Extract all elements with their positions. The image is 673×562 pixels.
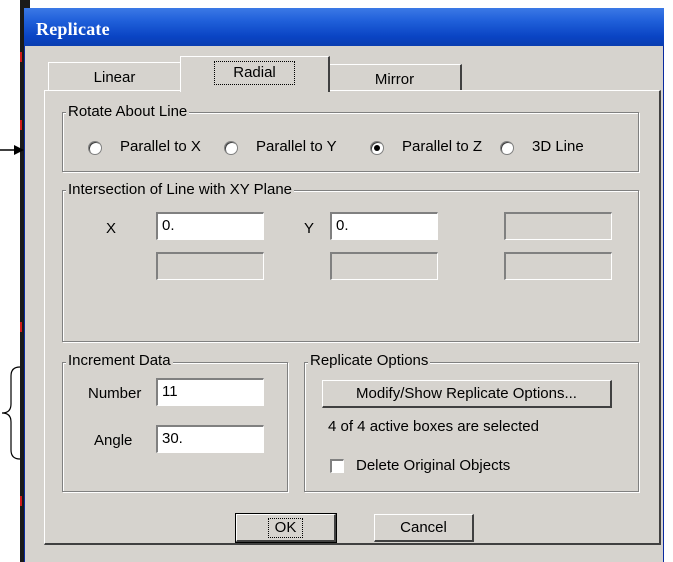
title-bar[interactable] bbox=[24, 8, 664, 46]
ok-button[interactable]: OK bbox=[235, 513, 337, 543]
x-label: X bbox=[106, 220, 117, 237]
delete-original-label: Delete Original Objects bbox=[356, 457, 511, 474]
tab-linear[interactable]: Linear bbox=[48, 62, 182, 92]
rotate-about-line-legend: Rotate About Line bbox=[66, 103, 190, 120]
x-input[interactable]: 0. bbox=[156, 212, 264, 240]
cancel-button[interactable]: Cancel bbox=[374, 514, 474, 542]
radio-parallel-x[interactable] bbox=[88, 141, 102, 155]
y-label: Y bbox=[304, 220, 315, 237]
radio-label-parallel-y: Parallel to Y bbox=[256, 138, 337, 155]
increment-data-legend: Increment Data bbox=[66, 352, 173, 369]
red-marker bbox=[20, 496, 22, 506]
replicate-options-legend: Replicate Options bbox=[308, 352, 431, 369]
radio-label-3d-line: 3D Line bbox=[532, 138, 584, 155]
number-label: Number bbox=[88, 385, 142, 402]
radio-parallel-y[interactable] bbox=[224, 141, 238, 155]
number-input[interactable]: 11 bbox=[156, 378, 264, 406]
radio-label-parallel-z: Parallel to Z bbox=[402, 138, 483, 155]
z2-input-disabled bbox=[504, 252, 612, 280]
y-input[interactable]: 0. bbox=[330, 212, 438, 240]
angle-input[interactable]: 30. bbox=[156, 425, 264, 453]
y2-input-disabled bbox=[330, 252, 438, 280]
tab-radial[interactable]: Radial bbox=[180, 56, 330, 92]
delete-original-checkbox[interactable] bbox=[330, 459, 344, 473]
arrow-annotation-icon bbox=[0, 145, 24, 155]
red-marker bbox=[20, 52, 22, 62]
selection-status: 4 of 4 active boxes are selected bbox=[328, 418, 539, 435]
x2-input-disabled bbox=[156, 252, 264, 280]
angle-label: Angle bbox=[94, 432, 133, 449]
z-input-disabled bbox=[504, 212, 612, 240]
radio-label-parallel-x: Parallel to X bbox=[120, 138, 201, 155]
intersection-legend: Intersection of Line with XY Plane bbox=[66, 181, 295, 198]
radio-3d-line[interactable] bbox=[500, 141, 514, 155]
red-marker bbox=[20, 322, 22, 332]
brace-annotation-icon bbox=[1, 366, 21, 460]
red-marker bbox=[20, 120, 22, 130]
window-title: Replicate bbox=[36, 19, 110, 39]
modify-replicate-options-button[interactable]: Modify/Show Replicate Options... bbox=[322, 380, 612, 408]
radio-selected-dot bbox=[374, 145, 380, 151]
radio-parallel-z[interactable] bbox=[370, 141, 384, 155]
